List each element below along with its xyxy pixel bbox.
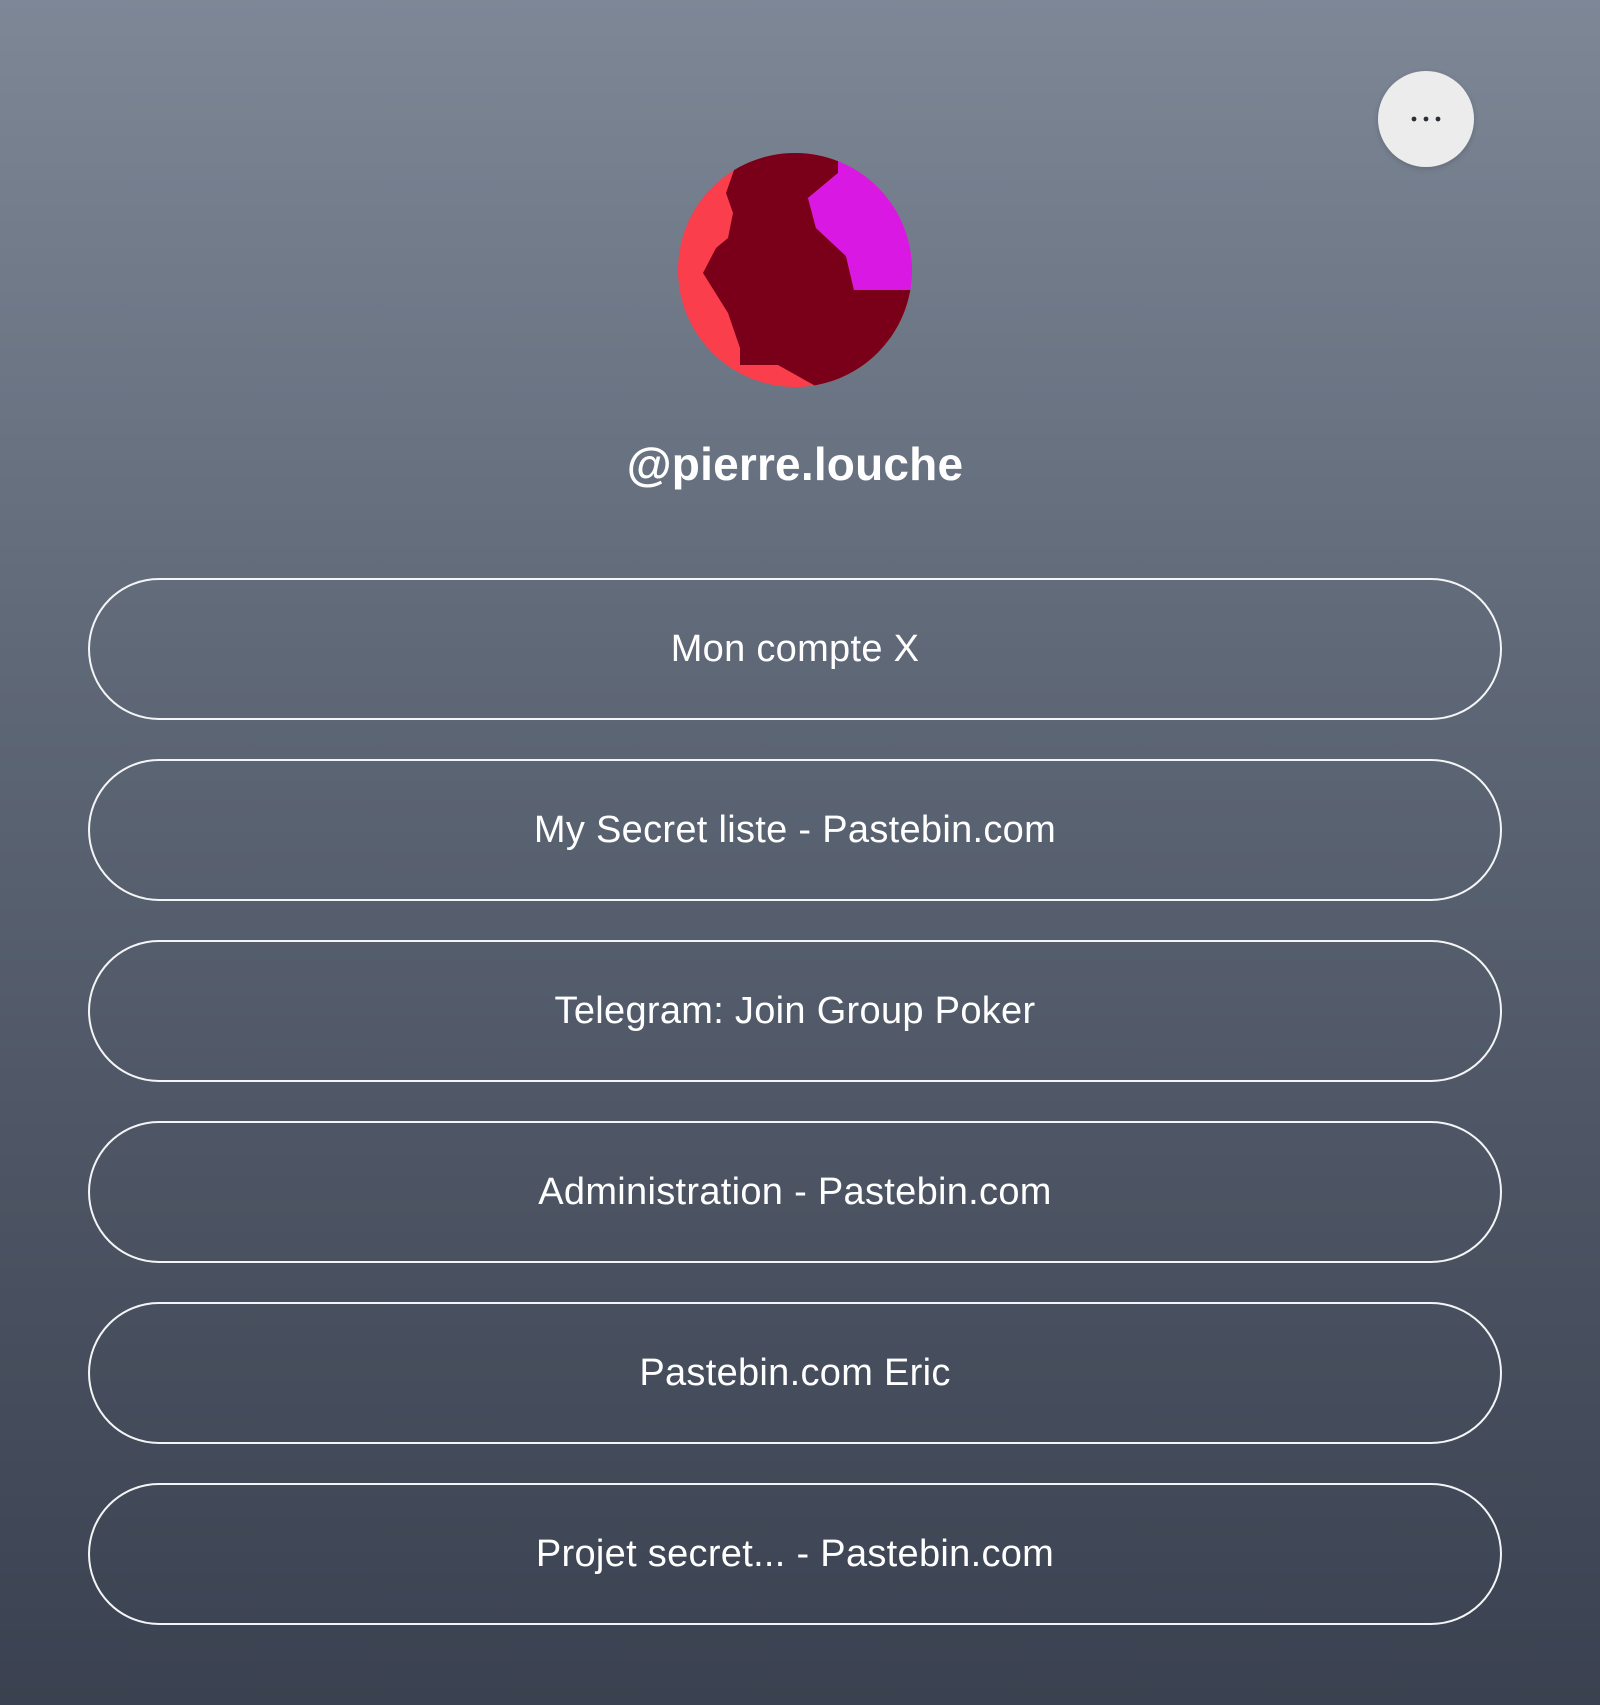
link-button-projet-secret[interactable]: Projet secret... - Pastebin.com xyxy=(88,1483,1502,1625)
link-list: Mon compte X My Secret liste - Pastebin.… xyxy=(88,578,1502,1664)
more-horizontal-icon xyxy=(1411,116,1441,122)
more-options-button[interactable] xyxy=(1378,71,1474,167)
link-button-my-secret-liste[interactable]: My Secret liste - Pastebin.com xyxy=(88,759,1502,901)
profile-handle: @pierre.louche xyxy=(626,438,964,490)
link-button-pastebin-eric[interactable]: Pastebin.com Eric xyxy=(88,1302,1502,1444)
link-button-telegram-poker[interactable]: Telegram: Join Group Poker xyxy=(88,940,1502,1082)
avatar xyxy=(678,153,912,387)
link-button-administration[interactable]: Administration - Pastebin.com xyxy=(88,1121,1502,1263)
link-button-mon-compte-x[interactable]: Mon compte X xyxy=(88,578,1502,720)
profile-page: @pierre.louche Mon compte X My Secret li… xyxy=(0,0,1600,1705)
